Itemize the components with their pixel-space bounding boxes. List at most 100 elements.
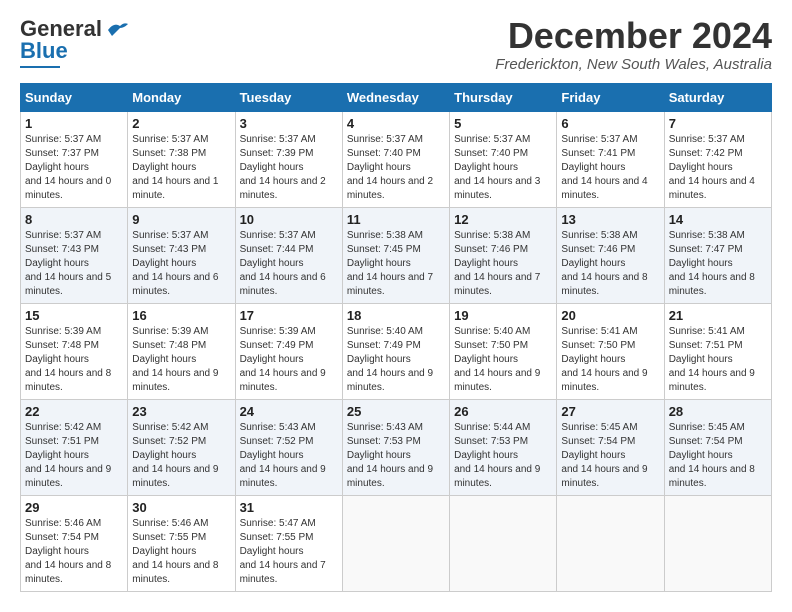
sunset-text: Sunset: 7:46 PM	[561, 244, 635, 255]
day-number: 18	[347, 308, 445, 323]
day-number: 26	[454, 404, 552, 419]
daylight-label: Daylight hours	[25, 258, 89, 269]
daylight-label: Daylight hours	[669, 354, 733, 365]
weekday-header-friday: Friday	[557, 83, 664, 111]
sunrise-text: Sunrise: 5:37 AM	[347, 134, 423, 145]
daylight-label: Daylight hours	[240, 354, 304, 365]
day-info: Sunrise: 5:40 AM Sunset: 7:49 PM Dayligh…	[347, 325, 445, 395]
daylight-label: Daylight hours	[561, 450, 625, 461]
daylight-label: Daylight hours	[669, 162, 733, 173]
daylight-label: Daylight hours	[347, 258, 411, 269]
calendar-cell: 16 Sunrise: 5:39 AM Sunset: 7:48 PM Dayl…	[128, 303, 235, 399]
day-info: Sunrise: 5:43 AM Sunset: 7:53 PM Dayligh…	[347, 421, 445, 491]
sunset-text: Sunset: 7:50 PM	[454, 340, 528, 351]
daylight-label: Daylight hours	[240, 450, 304, 461]
day-info: Sunrise: 5:38 AM Sunset: 7:45 PM Dayligh…	[347, 229, 445, 299]
day-info: Sunrise: 5:38 AM Sunset: 7:46 PM Dayligh…	[561, 229, 659, 299]
day-info: Sunrise: 5:37 AM Sunset: 7:42 PM Dayligh…	[669, 133, 767, 203]
day-info: Sunrise: 5:37 AM Sunset: 7:41 PM Dayligh…	[561, 133, 659, 203]
calendar-cell: 21 Sunrise: 5:41 AM Sunset: 7:51 PM Dayl…	[664, 303, 771, 399]
weekday-header-monday: Monday	[128, 83, 235, 111]
day-number: 7	[669, 116, 767, 131]
daylight-duration: and 14 hours and 9 minutes.	[240, 464, 326, 489]
sunrise-text: Sunrise: 5:38 AM	[454, 230, 530, 241]
sunset-text: Sunset: 7:49 PM	[347, 340, 421, 351]
day-info: Sunrise: 5:39 AM Sunset: 7:49 PM Dayligh…	[240, 325, 338, 395]
day-number: 1	[25, 116, 123, 131]
daylight-label: Daylight hours	[132, 258, 196, 269]
day-info: Sunrise: 5:39 AM Sunset: 7:48 PM Dayligh…	[132, 325, 230, 395]
location-subtitle: Frederickton, New South Wales, Australia	[495, 56, 772, 73]
daylight-label: Daylight hours	[561, 258, 625, 269]
calendar-cell: 27 Sunrise: 5:45 AM Sunset: 7:54 PM Dayl…	[557, 399, 664, 495]
page-header: General Blue December 2024 Frederickton,…	[20, 16, 772, 73]
daylight-label: Daylight hours	[240, 258, 304, 269]
daylight-label: Daylight hours	[347, 450, 411, 461]
sunset-text: Sunset: 7:51 PM	[669, 340, 743, 351]
day-number: 27	[561, 404, 659, 419]
day-info: Sunrise: 5:44 AM Sunset: 7:53 PM Dayligh…	[454, 421, 552, 491]
sunset-text: Sunset: 7:52 PM	[132, 436, 206, 447]
sunrise-text: Sunrise: 5:37 AM	[240, 134, 316, 145]
sunrise-text: Sunrise: 5:45 AM	[669, 422, 745, 433]
day-info: Sunrise: 5:37 AM Sunset: 7:44 PM Dayligh…	[240, 229, 338, 299]
calendar-week-row: 15 Sunrise: 5:39 AM Sunset: 7:48 PM Dayl…	[21, 303, 772, 399]
day-number: 13	[561, 212, 659, 227]
sunrise-text: Sunrise: 5:37 AM	[561, 134, 637, 145]
calendar-week-row: 8 Sunrise: 5:37 AM Sunset: 7:43 PM Dayli…	[21, 207, 772, 303]
daylight-duration: and 14 hours and 9 minutes.	[240, 368, 326, 393]
daylight-label: Daylight hours	[347, 354, 411, 365]
daylight-duration: and 14 hours and 5 minutes.	[25, 272, 111, 297]
calendar-cell: 24 Sunrise: 5:43 AM Sunset: 7:52 PM Dayl…	[235, 399, 342, 495]
day-info: Sunrise: 5:42 AM Sunset: 7:52 PM Dayligh…	[132, 421, 230, 491]
day-number: 3	[240, 116, 338, 131]
sunrise-text: Sunrise: 5:47 AM	[240, 518, 316, 529]
day-info: Sunrise: 5:41 AM Sunset: 7:51 PM Dayligh…	[669, 325, 767, 395]
sunrise-text: Sunrise: 5:37 AM	[132, 134, 208, 145]
calendar-table: SundayMondayTuesdayWednesdayThursdayFrid…	[20, 83, 772, 592]
daylight-duration: and 14 hours and 2 minutes.	[240, 176, 326, 201]
sunset-text: Sunset: 7:54 PM	[561, 436, 635, 447]
sunset-text: Sunset: 7:55 PM	[132, 532, 206, 543]
sunset-text: Sunset: 7:45 PM	[347, 244, 421, 255]
day-number: 16	[132, 308, 230, 323]
weekday-header-row: SundayMondayTuesdayWednesdayThursdayFrid…	[21, 83, 772, 111]
daylight-label: Daylight hours	[25, 354, 89, 365]
calendar-cell: 6 Sunrise: 5:37 AM Sunset: 7:41 PM Dayli…	[557, 111, 664, 207]
sunrise-text: Sunrise: 5:38 AM	[669, 230, 745, 241]
daylight-duration: and 14 hours and 4 minutes.	[669, 176, 755, 201]
daylight-label: Daylight hours	[25, 546, 89, 557]
day-number: 6	[561, 116, 659, 131]
daylight-duration: and 14 hours and 9 minutes.	[669, 368, 755, 393]
sunrise-text: Sunrise: 5:38 AM	[561, 230, 637, 241]
sunrise-text: Sunrise: 5:39 AM	[132, 326, 208, 337]
sunrise-text: Sunrise: 5:37 AM	[669, 134, 745, 145]
day-number: 10	[240, 212, 338, 227]
weekday-header-saturday: Saturday	[664, 83, 771, 111]
day-info: Sunrise: 5:37 AM Sunset: 7:37 PM Dayligh…	[25, 133, 123, 203]
sunset-text: Sunset: 7:55 PM	[240, 532, 314, 543]
sunrise-text: Sunrise: 5:39 AM	[240, 326, 316, 337]
daylight-duration: and 14 hours and 9 minutes.	[561, 368, 647, 393]
sunrise-text: Sunrise: 5:37 AM	[25, 134, 101, 145]
calendar-cell: 12 Sunrise: 5:38 AM Sunset: 7:46 PM Dayl…	[450, 207, 557, 303]
sunset-text: Sunset: 7:40 PM	[454, 148, 528, 159]
sunrise-text: Sunrise: 5:37 AM	[132, 230, 208, 241]
daylight-duration: and 14 hours and 9 minutes.	[132, 368, 218, 393]
calendar-cell	[450, 495, 557, 591]
daylight-duration: and 14 hours and 8 minutes.	[25, 560, 111, 585]
daylight-label: Daylight hours	[454, 258, 518, 269]
daylight-duration: and 14 hours and 2 minutes.	[347, 176, 433, 201]
daylight-duration: and 14 hours and 9 minutes.	[561, 464, 647, 489]
day-number: 29	[25, 500, 123, 515]
day-number: 4	[347, 116, 445, 131]
daylight-duration: and 14 hours and 8 minutes.	[561, 272, 647, 297]
weekday-header-thursday: Thursday	[450, 83, 557, 111]
calendar-cell: 9 Sunrise: 5:37 AM Sunset: 7:43 PM Dayli…	[128, 207, 235, 303]
daylight-label: Daylight hours	[454, 450, 518, 461]
daylight-duration: and 14 hours and 7 minutes.	[347, 272, 433, 297]
day-number: 12	[454, 212, 552, 227]
daylight-label: Daylight hours	[240, 162, 304, 173]
sunrise-text: Sunrise: 5:41 AM	[561, 326, 637, 337]
day-info: Sunrise: 5:39 AM Sunset: 7:48 PM Dayligh…	[25, 325, 123, 395]
